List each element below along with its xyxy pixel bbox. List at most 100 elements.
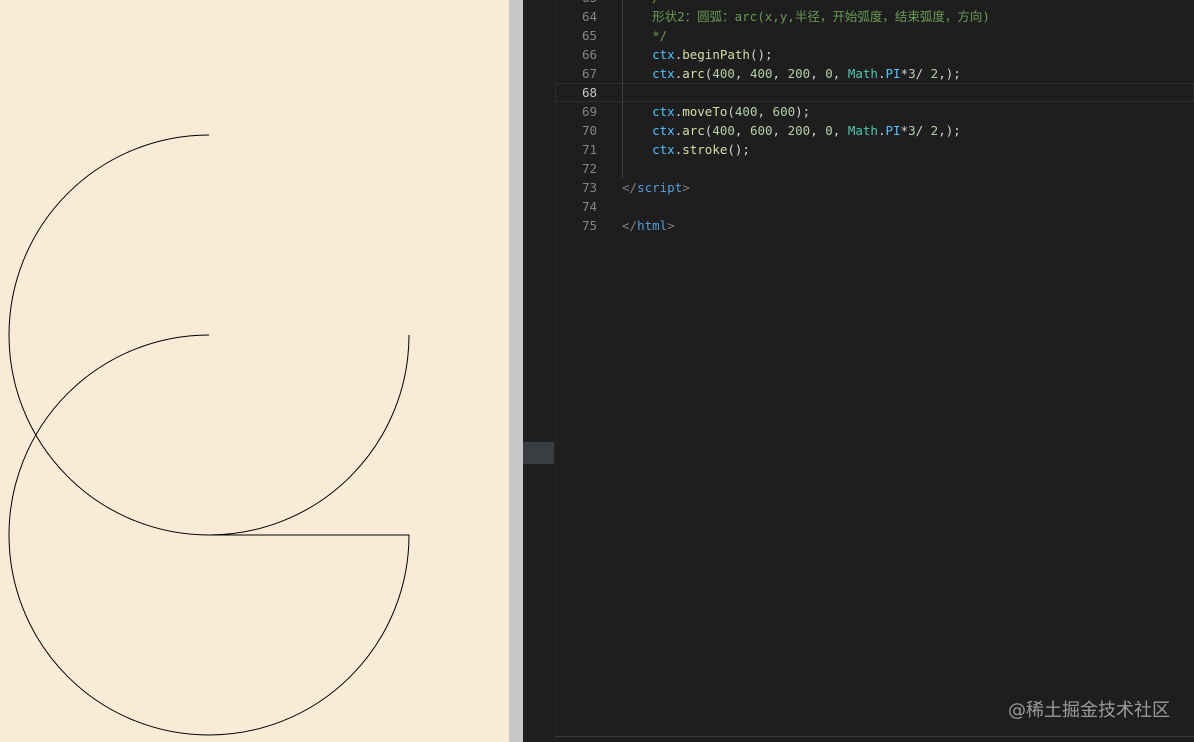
code-line[interactable]: 68: [555, 83, 1194, 102]
pane-divider[interactable]: [509, 0, 523, 742]
code-token: ,: [734, 123, 750, 138]
code-token: html: [637, 218, 668, 233]
code-line[interactable]: 64 形状2：圆弧：arc(x,y,半径，开始弧度，结束弧度，方向): [555, 7, 1194, 26]
code-token: PI: [885, 123, 901, 138]
line-text: ctx.stroke();: [622, 140, 750, 159]
code-token: ,);: [938, 123, 961, 138]
code-line[interactable]: 75 </html>: [555, 216, 1194, 235]
code-editor[interactable]: 63 /64 形状2：圆弧：arc(x,y,半径，开始弧度，结束弧度，方向)65…: [523, 0, 1194, 742]
code-token: 3: [908, 66, 916, 81]
code-lines[interactable]: 63 /64 形状2：圆弧：arc(x,y,半径，开始弧度，结束弧度，方向)65…: [555, 0, 1194, 235]
line-number: 71: [581, 142, 597, 157]
code-token: ,: [832, 123, 848, 138]
line-number: 69: [581, 104, 597, 119]
code-token: *: [900, 66, 909, 81]
code-token: 0: [825, 66, 833, 81]
line-text: ctx.arc(400, 400, 200, 0, Math.PI*3/ 2,)…: [622, 64, 961, 83]
line-number: 73: [581, 180, 597, 195]
code-token: >: [667, 218, 675, 233]
code-line[interactable]: 65 */: [555, 26, 1194, 45]
code-token: ,: [772, 66, 788, 81]
code-line[interactable]: 70 ctx.arc(400, 600, 200, 0, Math.PI*3/ …: [555, 121, 1194, 140]
code-token: 形状2：圆弧：arc(x,y,半径，开始弧度，结束弧度，方向): [622, 9, 990, 24]
watermark: @稀土掘金技术社区: [1008, 700, 1170, 721]
line-text: ctx.beginPath();: [622, 45, 773, 64]
code-token: Math: [847, 123, 878, 138]
code-token: /: [622, 0, 660, 5]
code-token: beginPath: [682, 47, 750, 62]
line-number: 72: [581, 161, 597, 176]
code-token: 600: [772, 104, 796, 119]
line-text: /: [622, 0, 660, 7]
code-token: ,: [772, 123, 788, 138]
code-token: 400: [712, 66, 735, 81]
code-token: 600: [749, 123, 773, 138]
line-text: ctx.moveTo(400, 600);: [622, 102, 810, 121]
code-token: 400: [734, 104, 758, 119]
line-number: 66: [581, 47, 597, 62]
code-token: ctx: [652, 123, 675, 138]
code-token: /: [915, 123, 931, 138]
code-token: */: [622, 28, 668, 43]
code-token: 3: [908, 123, 916, 138]
code-token: arc: [682, 123, 705, 138]
line-text: </html>: [622, 216, 675, 235]
line-text: ctx.arc(400, 600, 200, 0, Math.PI*3/ 2,)…: [622, 121, 961, 140]
code-token: 400: [712, 123, 735, 138]
canvas-preview: [0, 0, 509, 742]
line-number: 68: [581, 85, 597, 100]
code-token: (: [727, 104, 735, 119]
indent-guide: [622, 159, 623, 178]
line-number: 74: [581, 199, 597, 214]
code-token: *: [900, 123, 909, 138]
code-line[interactable]: 67 ctx.arc(400, 400, 200, 0, Math.PI*3/ …: [555, 64, 1194, 83]
code-line[interactable]: 73 </script>: [555, 178, 1194, 197]
code-line[interactable]: 66 ctx.beginPath();: [555, 45, 1194, 64]
line-number: 64: [581, 9, 597, 24]
code-line[interactable]: 71 ctx.stroke();: [555, 140, 1194, 159]
code-token: 0: [825, 123, 833, 138]
code-token: stroke: [682, 142, 728, 157]
line-number: 70: [581, 123, 597, 138]
editor-gutter: [523, 0, 556, 742]
code-token: ctx: [652, 47, 675, 62]
code-token: Math: [847, 66, 878, 81]
code-token: ctx: [652, 104, 675, 119]
code-line[interactable]: 72: [555, 159, 1194, 178]
code-line[interactable]: 74: [555, 197, 1194, 216]
code-token: ,: [810, 123, 826, 138]
code-token: arc: [682, 66, 705, 81]
code-token: ,);: [938, 66, 961, 81]
code-token: ,: [832, 66, 848, 81]
code-token: 200: [787, 66, 811, 81]
indent-guide: [622, 83, 623, 102]
code-token: ,: [757, 104, 773, 119]
code-token: script: [637, 180, 683, 195]
code-token: ,: [734, 66, 750, 81]
code-token: ();: [749, 47, 773, 62]
code-token: ctx: [652, 66, 675, 81]
code-token: /: [915, 66, 931, 81]
line-number: 67: [581, 66, 597, 81]
code-token: ctx: [652, 142, 675, 157]
line-number: 63: [555, 0, 597, 7]
code-token: PI: [885, 66, 901, 81]
code-token: ,: [810, 66, 826, 81]
line-text: 形状2：圆弧：arc(x,y,半径，开始弧度，结束弧度，方向): [622, 7, 990, 26]
code-line[interactable]: 69 ctx.moveTo(400, 600);: [555, 102, 1194, 121]
code-token: </: [622, 218, 638, 233]
line-text: */: [622, 26, 667, 45]
line-number: 65: [581, 28, 597, 43]
line-number: 75: [581, 218, 597, 233]
code-line[interactable]: 63 /: [555, 0, 1194, 7]
line-text: </script>: [622, 178, 690, 197]
arc-drawing: [8, 134, 410, 736]
code-token: 200: [787, 123, 811, 138]
editor-bottom-rule: [555, 736, 1194, 737]
code-token: >: [682, 180, 690, 195]
